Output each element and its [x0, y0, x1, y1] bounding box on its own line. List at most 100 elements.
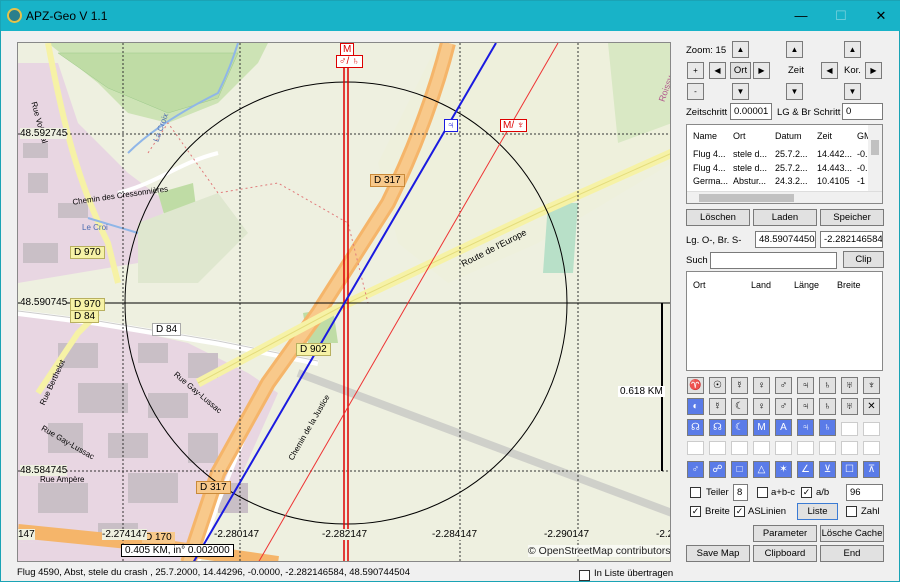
symbol-button-1-5[interactable]: ♂ — [775, 377, 792, 394]
vertical-scrollbar[interactable] — [868, 125, 882, 191]
br-input[interactable]: -2.282146584 — [820, 231, 883, 248]
ab-checkbox[interactable]: ✓ — [801, 487, 812, 498]
kor-up-button[interactable]: ▲ — [844, 41, 861, 58]
empty-symbol-slot — [775, 441, 792, 455]
flight-list[interactable]: Name Ort Datum Zeit GM Flug 4... stele d… — [686, 124, 883, 204]
end-button[interactable]: End — [820, 545, 884, 562]
symbol-button-1-3[interactable]: ☿ — [731, 377, 748, 394]
marker-m-neptune[interactable]: M/ ♆ — [500, 119, 528, 132]
breite-checkbox[interactable]: ✓ — [690, 506, 701, 517]
symbol-button-1-6[interactable]: ♃ — [797, 377, 814, 394]
clip-button[interactable]: Clip — [843, 251, 884, 268]
symbol-button-3-2[interactable]: ☊ — [709, 419, 726, 436]
zoom-down-button[interactable]: ▼ — [732, 83, 749, 100]
loesche-cache-button[interactable]: Lösche Cache — [820, 525, 884, 542]
clipboard-button[interactable]: Clipboard — [753, 545, 817, 562]
symbol-button-3-5[interactable]: A — [775, 419, 792, 436]
scale-bottom-label: 0.405 KM, in° 0.002000 — [121, 544, 234, 557]
vscroll-thumb[interactable] — [871, 140, 879, 155]
liste-button[interactable]: Liste — [797, 503, 838, 520]
suche-input[interactable] — [710, 252, 837, 269]
save-map-button[interactable]: Save Map — [686, 545, 750, 562]
speicher-button[interactable]: Speicher — [820, 209, 884, 226]
ort-left-button[interactable]: ◀ — [709, 62, 726, 79]
symbol-button-1-2[interactable]: ☉ — [709, 377, 726, 394]
parameter-button[interactable]: Parameter — [753, 525, 817, 542]
cell-name: Germa... — [693, 176, 729, 186]
symbol-button-2-9[interactable]: ✕ — [863, 398, 880, 415]
col-header-laenge[interactable]: Länge — [794, 280, 819, 290]
zeitschritt-input[interactable]: 0.00001 — [730, 103, 772, 120]
zeit-down-button[interactable]: ▼ — [786, 83, 803, 100]
marker-mars-saturn[interactable]: ♂/ ♄ — [336, 55, 363, 68]
symbol-button-3-4[interactable]: M — [753, 419, 770, 436]
marker-jupiter[interactable]: ♃ — [444, 119, 458, 132]
kor-right-button[interactable]: ▶ — [865, 62, 882, 79]
col-header-datum[interactable]: Datum — [775, 131, 802, 141]
place-list[interactable]: Ort Land Länge Breite — [686, 271, 883, 371]
lgbr-input[interactable]: 0 — [842, 103, 883, 120]
col-header-name[interactable]: Name — [693, 131, 717, 141]
symbol-button-4-3[interactable]: □ — [731, 461, 748, 478]
zoom-minus-button[interactable]: - — [687, 83, 704, 100]
aslinien-checkbox[interactable]: ✓ — [734, 506, 745, 517]
col-header-ort[interactable]: Ort — [693, 280, 706, 290]
laden-button[interactable]: Laden — [753, 209, 817, 226]
symbol-button-1-7[interactable]: ♄ — [819, 377, 836, 394]
map-attribution[interactable]: © OpenStreetMap contributors — [528, 545, 670, 557]
symbol-button-4-8[interactable]: ☐ — [841, 461, 858, 478]
symbol-button-4-1[interactable]: ♂ — [687, 461, 704, 478]
map-view[interactable]: D 317 D 317 D 970 D 970 D 84 D 84 D 902 … — [17, 42, 671, 562]
zoom-up-button[interactable]: ▲ — [732, 41, 749, 58]
zeit-up-button[interactable]: ▲ — [786, 41, 803, 58]
symbol-button-1-8[interactable]: ♅ — [841, 377, 858, 394]
symbol-button-3-1[interactable]: ☊ — [687, 419, 704, 436]
symbol-button-2-2[interactable]: ☿ — [709, 398, 726, 415]
symbol-button-3-7[interactable]: ♄ — [819, 419, 836, 436]
ort-right-button[interactable]: ▶ — [753, 62, 770, 79]
symbol-button-1-4[interactable]: ♀ — [753, 377, 770, 394]
symbol-button-3-6[interactable]: ♃ — [797, 419, 814, 436]
zoom-plus-button[interactable]: + — [687, 62, 704, 79]
kor-down-button[interactable]: ▼ — [844, 83, 861, 100]
in-liste-checkbox[interactable] — [579, 570, 590, 581]
lg-input[interactable]: 48.590744504 — [755, 231, 816, 248]
minimize-button[interactable]: — — [781, 1, 821, 31]
ort-button[interactable]: Ort — [730, 62, 751, 79]
symbol-button-4-5[interactable]: ✶ — [775, 461, 792, 478]
empty-symbol-slot — [797, 441, 814, 455]
maximize-button[interactable]: ☐ — [821, 1, 861, 31]
symbol-button-3-3[interactable]: ☾ — [731, 419, 748, 436]
symbol-button-1-1[interactable]: ♈ — [687, 377, 704, 394]
title-bar[interactable]: APZ-Geo V 1.1 — ☐ ✕ — [1, 1, 900, 31]
col-header-zeit[interactable]: Zeit — [817, 131, 832, 141]
symbol-button-4-9[interactable]: ⊼ — [863, 461, 880, 478]
lon-label-1: 147 — [18, 529, 35, 540]
teiler-checkbox[interactable] — [690, 487, 701, 498]
col-header-land[interactable]: Land — [751, 280, 771, 290]
close-button[interactable]: ✕ — [861, 1, 900, 31]
symbol-button-2-4[interactable]: ♀ — [753, 398, 770, 415]
symbol-button-4-4[interactable]: △ — [753, 461, 770, 478]
abc-checkbox[interactable] — [757, 487, 768, 498]
symbol-button-2-6[interactable]: ♃ — [797, 398, 814, 415]
symbol-button-2-7[interactable]: ♄ — [819, 398, 836, 415]
loeschen-button[interactable]: Löschen — [686, 209, 750, 226]
ab-input[interactable]: 96 — [846, 484, 883, 501]
zahl-checkbox[interactable] — [846, 506, 857, 517]
kor-left-button[interactable]: ◀ — [821, 62, 838, 79]
horizontal-scrollbar[interactable] — [687, 191, 882, 203]
teiler-input[interactable]: 8 — [733, 484, 748, 501]
symbol-button-1-9[interactable]: ♆ — [863, 377, 880, 394]
symbol-button-2-3[interactable]: ☾ — [731, 398, 748, 415]
col-header-breite[interactable]: Breite — [837, 280, 861, 290]
scrollbar-thumb[interactable] — [699, 194, 794, 202]
symbol-button-4-7[interactable]: ⊻ — [819, 461, 836, 478]
col-header-ort[interactable]: Ort — [733, 131, 746, 141]
symbol-button-2-8[interactable]: ♅ — [841, 398, 858, 415]
symbol-button-4-2[interactable]: ☍ — [709, 461, 726, 478]
symbol-button-4-6[interactable]: ∠ — [797, 461, 814, 478]
symbol-button-2-5[interactable]: ♂ — [775, 398, 792, 415]
symbol-button-2-1[interactable]: ◐ — [687, 398, 704, 415]
map-canvas — [18, 43, 670, 561]
